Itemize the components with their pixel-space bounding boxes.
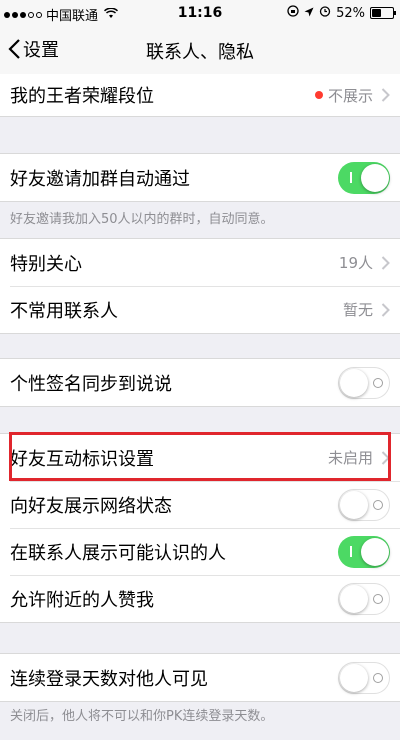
login-days-toggle[interactable] (338, 661, 390, 694)
chevron-right-icon (381, 302, 390, 317)
group-invite-toggle[interactable] (338, 161, 390, 194)
contacts-group: 特别关心 19人 不常用联系人 暂无 (0, 238, 400, 334)
nearby-like-label: 允许附近的人赞我 (10, 589, 154, 611)
rank-row[interactable]: 我的王者荣耀段位 不展示 (0, 74, 400, 116)
battery-percent: 52% (336, 5, 365, 21)
nearby-like-toggle[interactable] (338, 582, 390, 615)
may-know-label: 在联系人展示可能认识的人 (10, 542, 226, 564)
page-title: 联系人、隐私 (146, 42, 254, 63)
rank-value: 不展示 (327, 86, 373, 105)
may-know-row: 在联系人展示可能认识的人 (0, 528, 400, 575)
may-know-toggle[interactable] (338, 535, 390, 568)
special-care-label: 特别关心 (10, 253, 82, 275)
group-invite-label: 好友邀请加群自动通过 (10, 168, 190, 190)
network-status-label: 向好友展示网络状态 (10, 495, 172, 517)
settings-list: 我的王者荣耀段位 不展示 好友邀请加群自动通过 好友邀请我加入50人以内的群时，… (0, 74, 400, 732)
red-dot-icon (314, 91, 323, 99)
special-care-row[interactable]: 特别关心 19人 (0, 239, 400, 286)
signature-sync-row: 个性签名同步到说说 (0, 359, 400, 406)
infrequent-label: 不常用联系人 (10, 300, 118, 322)
infrequent-value: 暂无 (342, 301, 373, 319)
group-invite-group: 好友邀请加群自动通过 (0, 153, 400, 202)
chevron-right-icon (381, 255, 390, 270)
login-days-label: 连续登录天数对他人可见 (10, 668, 208, 690)
login-days-row: 连续登录天数对他人可见 (0, 654, 400, 701)
status-bar: 中国联通 11:16 52% (0, 0, 400, 26)
login-days-group: 连续登录天数对他人可见 (0, 653, 400, 702)
interaction-badge-row[interactable]: 好友互动标识设置 未启用 (0, 434, 400, 481)
infrequent-contacts-row[interactable]: 不常用联系人 暂无 (0, 286, 400, 333)
rotation-lock-icon (287, 5, 299, 21)
interaction-badge-label: 好友互动标识设置 (10, 448, 154, 470)
alarm-icon (319, 5, 331, 21)
signature-sync-label: 个性签名同步到说说 (10, 373, 172, 395)
battery-fill (372, 9, 381, 17)
rank-label: 我的王者荣耀段位 (10, 86, 154, 107)
location-arrow-icon (304, 6, 314, 21)
interaction-badge-value: 未启用 (327, 449, 373, 467)
special-care-value: 19人 (338, 254, 373, 272)
group-invite-note: 好友邀请我加入50人以内的群时，自动同意。 (10, 212, 274, 227)
network-status-toggle[interactable] (338, 488, 390, 521)
signature-sync-toggle[interactable] (338, 366, 390, 399)
navigation-bar: 设置 联系人、隐私 (0, 26, 400, 74)
chevron-right-icon (381, 450, 390, 465)
status-right: 52% (287, 5, 396, 21)
rank-value-wrap: 不展示 (314, 85, 390, 106)
privacy-group: 好友互动标识设置 未启用 向好友展示网络状态 在联系人展示可能认识的人 允许附近… (0, 433, 400, 623)
group-invite-row: 好友邀请加群自动通过 (0, 154, 400, 201)
battery-icon (370, 7, 396, 19)
signature-group: 个性签名同步到说说 (0, 358, 400, 407)
rank-group: 我的王者荣耀段位 不展示 (0, 74, 400, 117)
chevron-right-icon (381, 88, 390, 102)
network-status-row: 向好友展示网络状态 (0, 481, 400, 528)
nearby-like-row: 允许附近的人赞我 (0, 575, 400, 622)
login-days-note: 关闭后，他人将不可以和你PK连续登录天数。 (10, 709, 274, 724)
